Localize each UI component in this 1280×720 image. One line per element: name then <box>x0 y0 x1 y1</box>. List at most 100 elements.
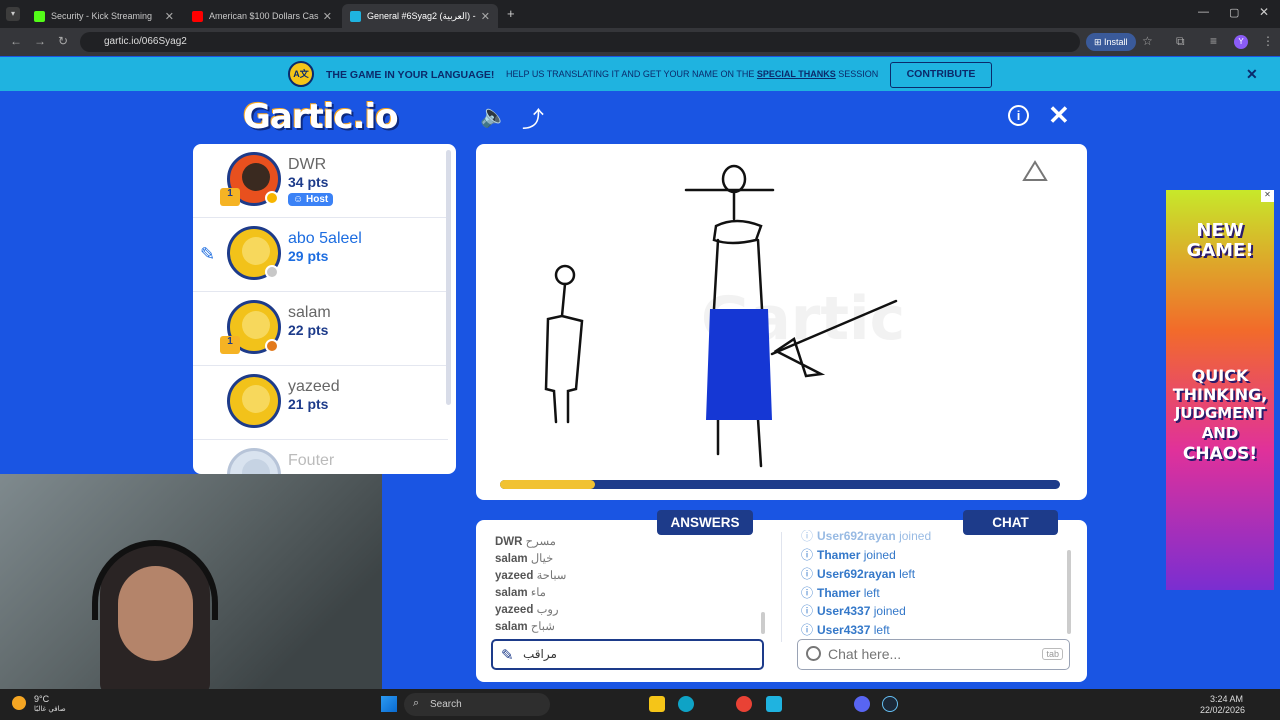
restore-icon[interactable]: ▢ <box>1229 6 1239 19</box>
steam-icon[interactable] <box>882 696 898 712</box>
player-points: 21 pts <box>288 396 329 412</box>
answer-input-box[interactable]: ✎ <box>491 639 764 670</box>
info-icon: ⓘ <box>801 604 814 618</box>
tab-chat[interactable]: CHAT <box>963 510 1058 535</box>
tab-title: American $100 Dollars Cash Bill <box>209 11 319 21</box>
chat-user: User692rayan <box>817 530 896 543</box>
clock-time: 3:24 AM <box>1210 694 1244 704</box>
sound-icon[interactable]: 🔈 <box>480 103 507 129</box>
start-icon[interactable] <box>381 696 397 712</box>
info-icon: ⓘ <box>801 548 814 562</box>
ad-line: JUDGMENT <box>1174 404 1266 422</box>
browser-tab[interactable]: American $100 Dollars Cash Bill ✕ <box>184 4 340 28</box>
ad-line: THINKING, <box>1172 385 1268 404</box>
info-icon: ⓘ <box>801 530 814 543</box>
report-icon[interactable] <box>1022 160 1048 181</box>
round-timer-fill <box>500 480 596 489</box>
edge-icon[interactable] <box>678 696 694 712</box>
new-tab-icon[interactable]: + <box>507 6 515 21</box>
url-text: gartic.io/066Syag2 <box>104 36 187 47</box>
reload-icon[interactable]: ↻ <box>58 34 68 48</box>
youtube-icon <box>192 10 203 22</box>
address-bar-row: ← → ↻ gartic.io/066Syag2 ⊞ Install ☆ ⧉ ≡… <box>0 28 1280 56</box>
bookmark-star-icon[interactable]: ☆ <box>1142 34 1153 48</box>
player-name: abo 5aleel <box>288 230 362 247</box>
player-name: DWR <box>288 156 327 173</box>
ad-close-icon[interactable]: ✕ <box>1261 190 1274 202</box>
share-icon[interactable]: ⤴ <box>522 102 544 134</box>
close-tab-icon[interactable]: ✕ <box>481 10 490 23</box>
close-tab-icon[interactable]: ✕ <box>323 10 332 23</box>
players-panel: 1 DWR 34 pts ☺ Host ✎ abo 5aleel 29 pts … <box>193 144 456 474</box>
player-card[interactable]: 1 salam 22 pts <box>193 292 448 366</box>
chat-action: joined <box>873 604 906 618</box>
close-tab-icon[interactable]: ✕ <box>165 10 174 23</box>
info-icon[interactable]: i <box>1008 105 1029 126</box>
avatar <box>227 448 281 474</box>
ad-line: QUICK <box>1191 366 1249 385</box>
tab-key-hint: tab <box>1042 648 1063 660</box>
media-icon[interactable]: ≡ <box>1210 34 1217 48</box>
status-dot <box>265 191 279 205</box>
windows-taskbar: 9°C صافي غالبًا ⌕ Search 3:24 AM 22/02/2… <box>0 689 1280 720</box>
ad-line: GAME! <box>1186 240 1254 261</box>
host-badge-label: Host <box>306 194 329 205</box>
exit-icon[interactable]: ✕ <box>1048 100 1070 131</box>
back-icon[interactable]: ← <box>10 34 22 48</box>
forward-icon[interactable]: → <box>34 34 46 48</box>
chat-action: joined <box>899 530 932 543</box>
players-scrollbar[interactable] <box>446 150 451 405</box>
browser-tab-strip: ▾ Security - Kick Streaming ✕ American $… <box>0 0 1280 28</box>
chat-action: left <box>873 623 890 637</box>
info-icon: ⓘ <box>801 586 814 600</box>
taskbar-search[interactable]: ⌕ Search <box>404 693 550 716</box>
close-window-icon[interactable]: ✕ <box>1259 5 1269 19</box>
chat-input-box[interactable]: tab <box>797 639 1070 670</box>
chat-bubble-icon <box>806 646 821 661</box>
url-field[interactable]: gartic.io/066Syag2 <box>80 32 1080 52</box>
player-card[interactable]: yazeed 21 pts <box>193 366 448 440</box>
contribute-button[interactable]: CONTRIBUTE <box>890 62 992 88</box>
round-timer-bar <box>500 480 1060 489</box>
translate-icon: A文 <box>288 61 314 87</box>
gartic-taskbar-icon[interactable] <box>766 696 782 712</box>
menu-icon[interactable]: ⋮ <box>1262 34 1274 48</box>
chat-scrollbar[interactable] <box>1067 550 1071 634</box>
player-card[interactable]: Fouter <box>193 440 448 474</box>
browser-tab[interactable]: Security - Kick Streaming ✕ <box>26 4 182 28</box>
extensions-icon[interactable]: ⧉ <box>1176 34 1185 49</box>
player-points: 22 pts <box>288 322 329 338</box>
banner-text-start: HELP US TRANSLATING IT AND GET YOUR NAME… <box>506 69 755 79</box>
minimize-icon[interactable]: — <box>1198 6 1209 18</box>
weather-text: صافي غالبًا <box>34 705 66 713</box>
pencil-icon: ✎ <box>200 244 216 264</box>
tab-search-button[interactable]: ▾ <box>6 7 20 21</box>
drawing-canvas[interactable]: Gartic <box>476 144 1087 500</box>
answer-input[interactable] <box>523 647 753 661</box>
player-card[interactable]: 1 DWR 34 pts ☺ Host <box>193 144 448 218</box>
player-name: yazeed <box>288 378 340 395</box>
discord-icon[interactable] <box>854 696 870 712</box>
chat-input[interactable] <box>828 646 1028 662</box>
profile-avatar[interactable]: Y <box>1234 35 1248 49</box>
tab-answers[interactable]: ANSWERS <box>657 510 753 535</box>
file-explorer-icon[interactable] <box>649 696 665 712</box>
chat-item: ⓘ User692rayan left <box>801 565 915 582</box>
browser-tab-active[interactable]: General #6Syag2 (العربية) - Gar ✕ <box>342 4 498 28</box>
trophy-icon: 1 <box>220 188 240 206</box>
chrome-icon[interactable] <box>736 696 752 712</box>
gartic-icon <box>350 10 361 22</box>
special-thanks-link[interactable]: SPECIAL THANKS <box>757 69 836 79</box>
close-banner-icon[interactable]: ✕ <box>1246 66 1258 83</box>
install-button[interactable]: ⊞ Install <box>1086 33 1136 51</box>
chat-action: left <box>899 567 916 581</box>
weather-icon <box>12 696 26 710</box>
pencil-icon: ✎ <box>501 647 514 664</box>
advertisement[interactable]: NEW GAME! QUICK THINKING, JUDGMENT AND C… <box>1166 190 1274 590</box>
chat-item: ⓘ Thamer left <box>801 584 880 601</box>
ad-line: CHAOS! <box>1182 444 1258 464</box>
chat-item: ⓘ User4337 left <box>801 621 890 638</box>
chat-item: ⓘ User4337 joined <box>801 602 906 619</box>
player-card[interactable]: ✎ abo 5aleel 29 pts <box>193 218 448 292</box>
chat-action: joined <box>863 548 896 562</box>
